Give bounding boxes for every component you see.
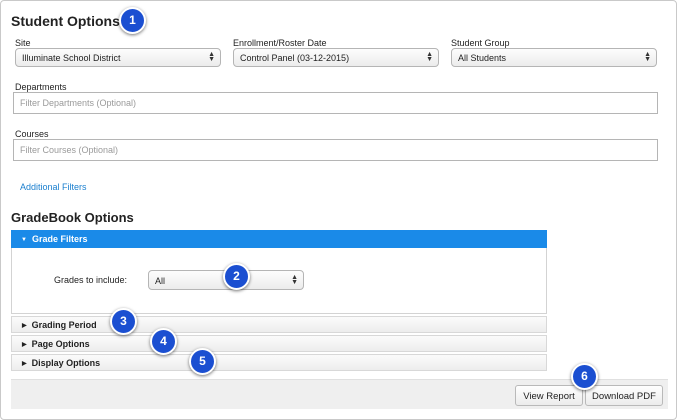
departments-label: Departments: [15, 82, 67, 92]
download-pdf-button[interactable]: Download PDF: [585, 385, 663, 406]
caret-right-icon: ▶: [22, 342, 27, 348]
grade-filters-title: Grade Filters: [31, 234, 88, 244]
caret-right-icon: ▶: [22, 323, 27, 329]
select-arrows-icon: ▲ ▼: [644, 51, 651, 63]
site-select-value: Illuminate School District: [22, 53, 121, 63]
caret-down-icon: ▼: [21, 237, 27, 243]
additional-filters-link[interactable]: Additional Filters: [20, 182, 87, 192]
grades-select-value: All: [155, 276, 166, 286]
grading-period-title: Grading Period: [31, 320, 97, 330]
callout-badge-3: 3: [110, 308, 137, 335]
departments-input[interactable]: [13, 92, 658, 114]
report-options-window: Student Options Site Illuminate School D…: [0, 0, 677, 420]
enrollment-label: Enrollment/Roster Date: [233, 38, 327, 48]
grade-filters-header[interactable]: ▼ Grade Filters: [11, 230, 547, 248]
page-options-title: Page Options: [31, 339, 90, 349]
student-group-label: Student Group: [451, 38, 510, 48]
select-arrows-icon: ▲ ▼: [208, 51, 215, 63]
enrollment-select[interactable]: Control Panel (03-12-2015) ▲ ▼: [233, 48, 439, 67]
site-select[interactable]: Illuminate School District ▲ ▼: [15, 48, 221, 67]
gradebook-options-title: GradeBook Options: [11, 210, 134, 225]
courses-input[interactable]: [13, 139, 658, 161]
grading-period-section[interactable]: ▶ Grading Period: [11, 316, 547, 333]
display-options-title: Display Options: [31, 358, 101, 368]
select-arrows-icon: ▲ ▼: [291, 274, 298, 286]
page-options-section[interactable]: ▶ Page Options: [11, 335, 547, 352]
callout-badge-1: 1: [119, 7, 146, 34]
student-group-select-value: All Students: [458, 53, 507, 63]
callout-badge-5: 5: [189, 348, 216, 375]
display-options-section[interactable]: ▶ Display Options: [11, 354, 547, 371]
callout-badge-2: 2: [223, 263, 250, 290]
grades-to-include-label: Grades to include:: [54, 275, 128, 285]
callout-badge-4: 4: [150, 328, 177, 355]
site-label: Site: [15, 38, 31, 48]
select-arrows-icon: ▲ ▼: [426, 51, 433, 63]
student-options-title: Student Options: [11, 13, 120, 29]
courses-label: Courses: [15, 129, 49, 139]
view-report-button[interactable]: View Report: [515, 385, 583, 406]
callout-badge-6: 6: [571, 363, 598, 390]
caret-right-icon: ▶: [22, 361, 27, 367]
enrollment-select-value: Control Panel (03-12-2015): [240, 53, 350, 63]
student-group-select[interactable]: All Students ▲ ▼: [451, 48, 657, 67]
